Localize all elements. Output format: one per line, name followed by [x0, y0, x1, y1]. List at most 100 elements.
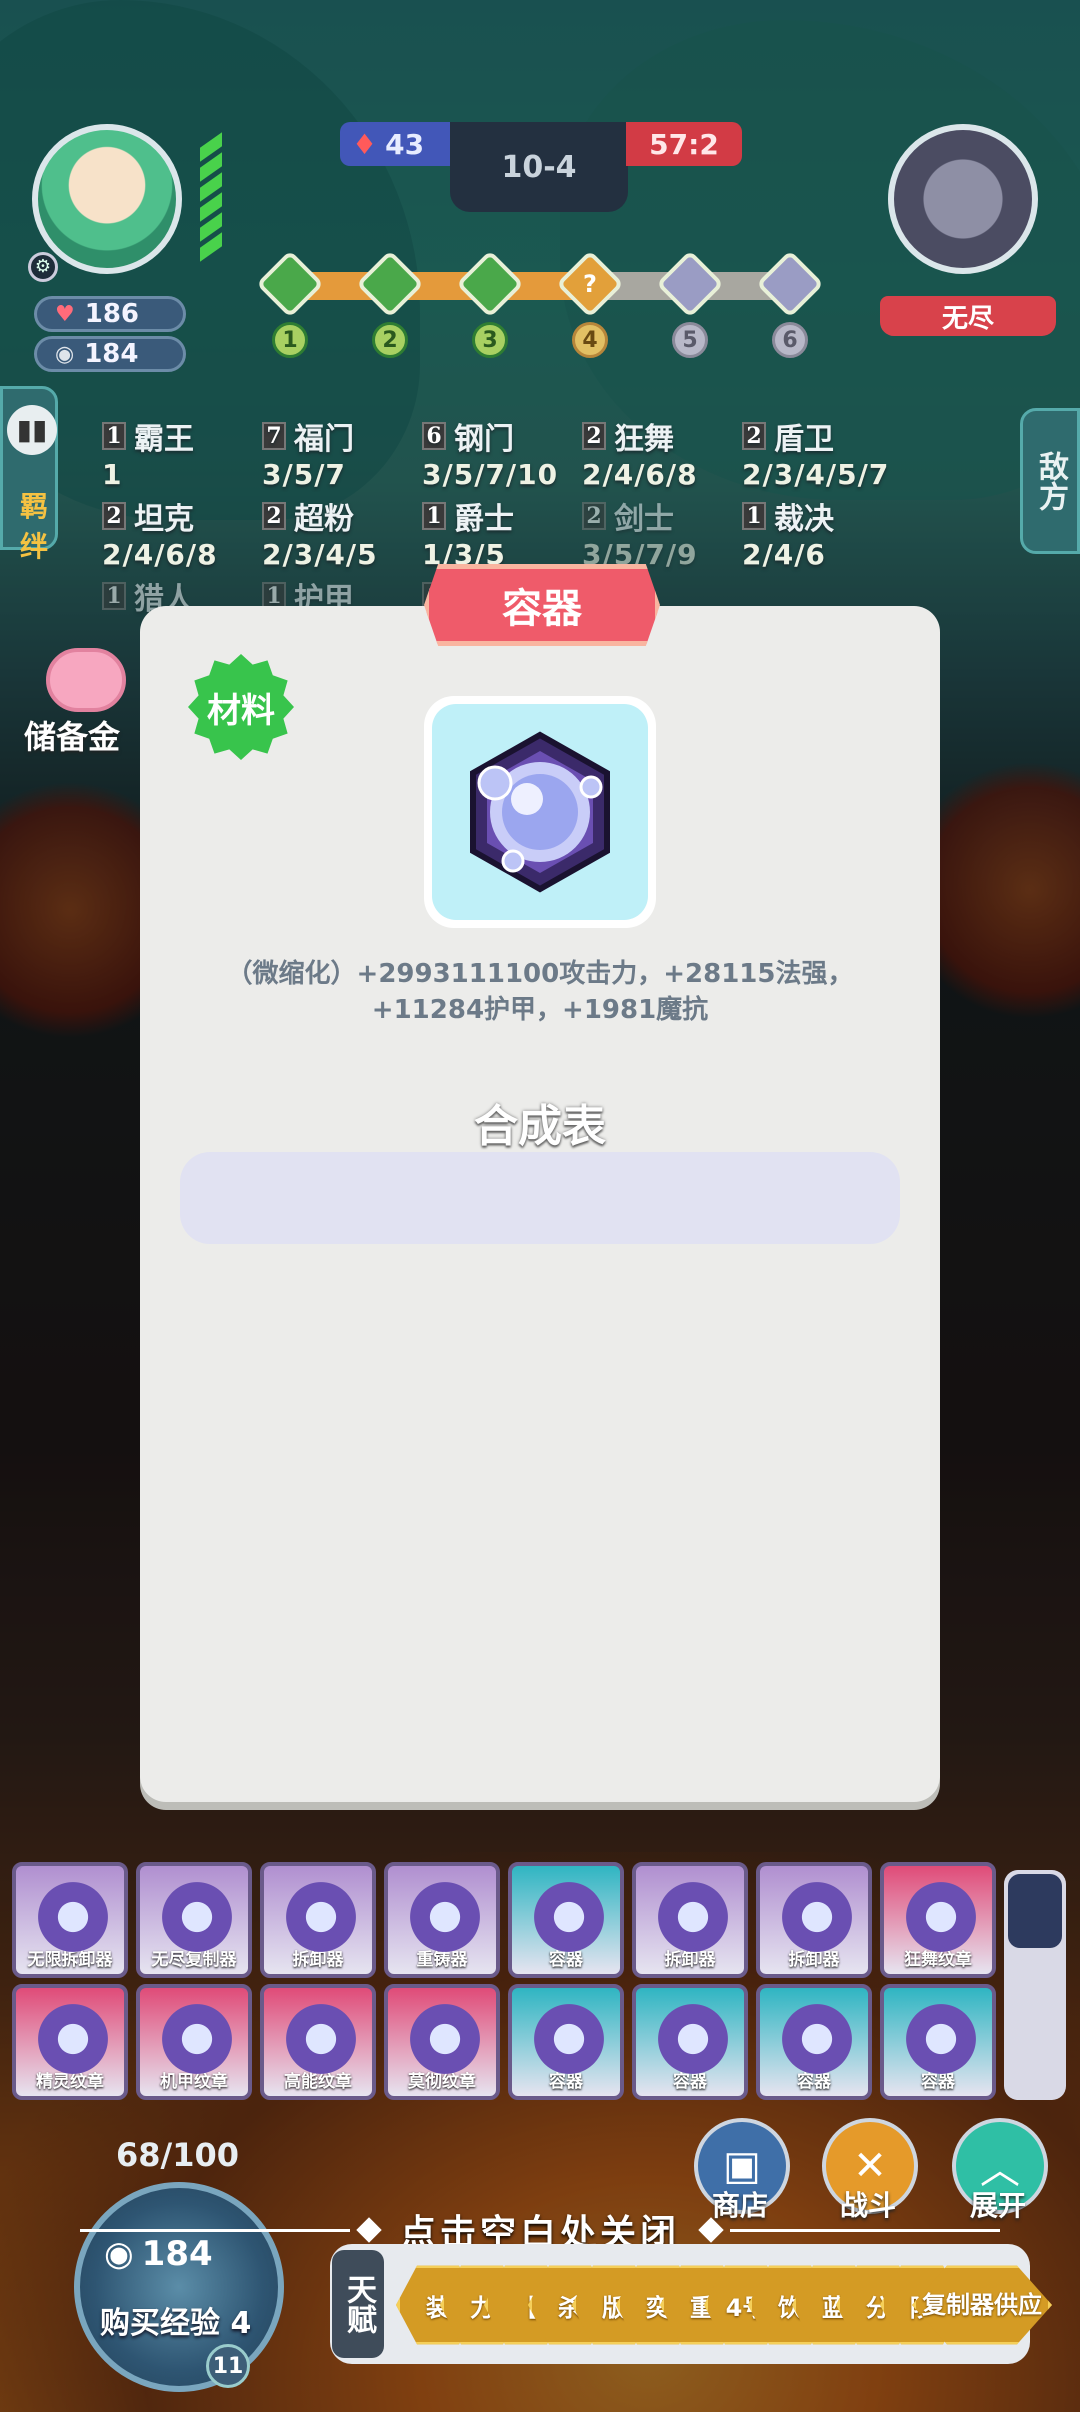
link-icon: ▮▮	[7, 405, 57, 455]
divider	[730, 2228, 1001, 2232]
inventory-slot[interactable]: 拆卸器	[632, 1862, 748, 1978]
round-indicator: 10-4	[450, 122, 628, 212]
trait-name: 福门	[294, 422, 354, 457]
inventory-slot[interactable]: 精灵纹章	[12, 1984, 128, 2100]
item-icon	[38, 1882, 108, 1952]
trait-levels: 2/3/4/5	[262, 538, 378, 571]
inventory-slot[interactable]: 高能纹章	[260, 1984, 376, 2100]
trait-count: 1	[422, 502, 446, 530]
trait-name: 盾卫	[774, 422, 834, 457]
inventory-slot[interactable]: 容器	[632, 1984, 748, 2100]
stage-node-number: 1	[272, 322, 308, 358]
trait-name-row: 1 裁决	[742, 494, 834, 538]
trait-count: 2	[742, 422, 766, 450]
trait-count: 1	[102, 582, 126, 610]
trait-name-row: 2 坦克	[102, 494, 218, 538]
trait-count: 2	[262, 502, 286, 530]
gear-icon[interactable]: ⚙	[28, 252, 58, 282]
inventory-slot[interactable]: 无限拆卸器	[12, 1862, 128, 1978]
player-avatar[interactable]	[32, 124, 182, 274]
trait-count: 6	[422, 422, 446, 450]
trait-count: 1	[102, 422, 126, 450]
inventory-scroll-thumb[interactable]	[1008, 1874, 1062, 1948]
heart-icon: ♥	[55, 301, 75, 327]
left-score: ♦ 43	[340, 122, 452, 166]
player-hp-bars	[200, 132, 240, 280]
item-icon	[534, 2004, 604, 2074]
trait-item[interactable]: 2 狂舞 2/4/6/8	[582, 414, 698, 491]
trait-levels: 3/5/7	[262, 458, 346, 491]
trait-name-row: 2 超粉	[262, 494, 378, 538]
item-description: （微缩化）+2993111100攻击力，+28115法强，+11284护甲，+1…	[226, 959, 854, 1025]
inventory-slot[interactable]: 容器	[880, 1984, 996, 2100]
item-icon	[534, 1882, 604, 1952]
item-icon	[286, 1882, 356, 1952]
trait-levels: 2/4/6/8	[102, 538, 218, 571]
stage-node-number: 5	[672, 322, 708, 358]
inventory-slot[interactable]: 重铸器	[384, 1862, 500, 1978]
trait-name: 狂舞	[614, 422, 674, 457]
trait-item[interactable]: 7 福门 3/5/7	[262, 414, 354, 491]
trait-item[interactable]: 1 爵士 1/3/5	[422, 494, 514, 571]
trait-item[interactable]: 1 裁决 2/4/6	[742, 494, 834, 571]
trait-count: 2	[582, 422, 606, 450]
item-image	[424, 696, 656, 928]
player-hp: ♥ 186	[34, 296, 186, 332]
trait-name-row: 6 钢门	[422, 414, 558, 458]
player-level-badge: 11	[206, 2344, 250, 2388]
inventory-slot[interactable]: 拆卸器	[756, 1862, 872, 1978]
stage-node-mark: ?	[583, 270, 597, 298]
trait-name-row: 2 剑士	[582, 494, 698, 538]
trait-levels: 1	[102, 458, 123, 491]
trait-name-row: 1 爵士	[422, 494, 514, 538]
reserve-gold-label: 储备金	[24, 718, 121, 756]
divider	[80, 2228, 350, 2232]
item-icon	[782, 1882, 852, 1952]
stage-node-number: 4	[572, 322, 608, 358]
inventory-slot[interactable]: 容器	[508, 1862, 624, 1978]
trait-item[interactable]: 2 盾卫 2/3/4/5/7	[742, 414, 889, 491]
trait-levels: 2/3/4/5/7	[742, 458, 890, 491]
trait-name: 剑士	[614, 502, 674, 537]
recipe-title: 合成表	[474, 1101, 606, 1152]
enemy-avatar[interactable]	[888, 124, 1038, 274]
trait-name-row: 1 霸王	[102, 414, 194, 458]
item-icon	[410, 1882, 480, 1952]
trait-name: 霸王	[134, 422, 194, 457]
item-icon	[162, 1882, 232, 1952]
stage-node-number: 2	[372, 322, 408, 358]
trait-count: 2	[582, 502, 606, 530]
inventory-slot[interactable]: 容器	[508, 1984, 624, 2100]
inventory-slot[interactable]: 狂舞纹章	[880, 1862, 996, 1978]
inventory-slot[interactable]: 无尽复制器	[136, 1862, 252, 1978]
diamond-icon	[698, 2217, 724, 2243]
trait-item[interactable]: 2 剑士 3/5/7/9	[582, 494, 698, 571]
trait-item[interactable]: 2 超粉 2/3/4/5	[262, 494, 378, 571]
enemy-name: 无尽	[880, 296, 1056, 336]
trait-item[interactable]: 6 钢门 3/5/7/10	[422, 414, 558, 491]
item-icon	[782, 2004, 852, 2074]
trait-item[interactable]: 2 坦克 2/4/6/8	[102, 494, 218, 571]
piggy-bank-icon[interactable]	[46, 648, 126, 712]
coin-icon: ◉	[55, 341, 75, 367]
recipe-list	[180, 1152, 900, 1244]
inventory-slot[interactable]: 莫彻纹章	[384, 1984, 500, 2100]
item-icon	[658, 1882, 728, 1952]
trait-name: 裁决	[774, 502, 834, 537]
inventory-slot[interactable]: 拆卸器	[260, 1862, 376, 1978]
stage-path-progress	[288, 272, 598, 300]
cards-icon: ▣	[723, 2143, 761, 2189]
enemy-tab[interactable]: 敌方	[1020, 408, 1080, 554]
inventory-slot[interactable]: 容器	[756, 1984, 872, 2100]
item-icon	[410, 2004, 480, 2074]
trait-levels: 2/4/6/8	[582, 458, 698, 491]
inventory-slot[interactable]: 机甲纹章	[136, 1984, 252, 2100]
trait-item[interactable]: 1 霸王 1	[102, 414, 194, 491]
stage-node-number: 6	[772, 322, 808, 358]
trait-name: 超粉	[294, 502, 354, 537]
trait-count: 1	[742, 502, 766, 530]
item-icon	[162, 2004, 232, 2074]
crossed-swords-icon: ✕	[853, 2143, 887, 2189]
traits-tab[interactable]: ▮▮ 羁绊	[0, 386, 58, 563]
trait-count: 7	[262, 422, 286, 450]
